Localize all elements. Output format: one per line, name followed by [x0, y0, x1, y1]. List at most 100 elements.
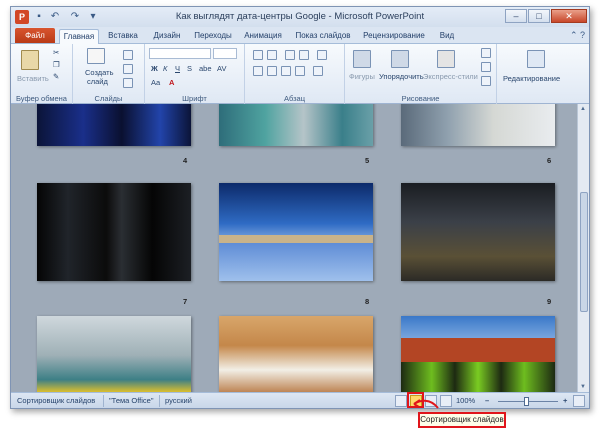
slide-thumbnail[interactable]: [37, 316, 191, 392]
paste-button[interactable]: Вставить: [17, 74, 49, 83]
view-name-label: Сортировщик слайдов: [17, 396, 96, 405]
slide-image-sky: [219, 183, 373, 241]
slide-thumbnail[interactable]: [401, 104, 555, 146]
scroll-up-icon[interactable]: ▲: [580, 106, 586, 112]
slide-thumbnail[interactable]: [401, 183, 555, 281]
shape-outline-icon[interactable]: [481, 62, 491, 72]
italic-button[interactable]: К: [163, 64, 167, 73]
tab-home[interactable]: Главная: [59, 29, 99, 44]
slide-image: [37, 104, 191, 146]
slide-image-building: [219, 235, 373, 243]
underline-button[interactable]: Ч: [175, 64, 180, 73]
quick-styles-icon[interactable]: [437, 50, 455, 68]
shadow-button[interactable]: abe: [199, 64, 212, 73]
scroll-down-icon[interactable]: ▼: [580, 384, 586, 390]
slide-thumbnail[interactable]: [37, 183, 191, 281]
bold-button[interactable]: Ж: [151, 64, 158, 73]
zoom-in-button[interactable]: +: [563, 396, 567, 405]
slide-sorter-callout: Сортировщик слайдов: [418, 412, 506, 428]
slide-image-snow: [219, 243, 373, 281]
editing-group: Редактирование: [497, 44, 577, 104]
cut-icon[interactable]: ✂: [53, 48, 59, 57]
new-slide-icon[interactable]: [87, 48, 105, 64]
shapes-button[interactable]: Фигуры: [349, 72, 375, 81]
spacing-button[interactable]: AV: [217, 64, 226, 73]
align-right-icon[interactable]: [281, 66, 291, 76]
new-slide-button[interactable]: Создать: [85, 68, 114, 77]
new-slide-button-line2: слайд: [87, 77, 108, 86]
slide-image: [37, 183, 191, 281]
slides-group: Создать слайд Слайды: [73, 44, 145, 104]
fit-to-window-button[interactable]: [573, 395, 585, 407]
paste-icon[interactable]: [21, 50, 39, 70]
font-name-field[interactable]: [149, 48, 211, 59]
slide-thumbnail[interactable]: [37, 104, 191, 146]
paragraph-group: Абзац: [245, 44, 345, 104]
section-icon[interactable]: [123, 78, 133, 88]
tab-insert[interactable]: Вставка: [103, 29, 143, 44]
font-size-field[interactable]: [213, 48, 237, 59]
font-group-label: Шрифт: [182, 94, 207, 103]
vertical-scrollbar[interactable]: ▲ ▼: [577, 104, 589, 392]
zoom-out-button[interactable]: –: [485, 396, 489, 405]
slide-image: [37, 316, 191, 392]
maximize-button[interactable]: □: [528, 9, 550, 23]
help-icon[interactable]: ⌃ ?: [570, 30, 585, 41]
line-spacing-icon[interactable]: [317, 50, 327, 60]
tab-view[interactable]: Вид: [435, 29, 459, 44]
slide-thumbnail[interactable]: [219, 316, 373, 392]
editing-button[interactable]: Редактирование: [503, 74, 560, 83]
slide-image: [401, 104, 555, 146]
zoom-level[interactable]: 100%: [456, 396, 475, 405]
zoom-slider-knob[interactable]: [524, 397, 529, 406]
slide-number: 5: [365, 156, 370, 165]
layout-icon[interactable]: [123, 50, 133, 60]
shapes-icon[interactable]: [353, 50, 371, 68]
tab-animations[interactable]: Анимация: [239, 29, 287, 44]
numbering-icon[interactable]: [267, 50, 277, 60]
shape-effects-icon[interactable]: [481, 76, 491, 86]
clipboard-group-label: Буфер обмена: [16, 94, 67, 103]
tab-slide-show[interactable]: Показ слайдов: [293, 29, 353, 44]
tab-review[interactable]: Рецензирование: [361, 29, 427, 44]
tab-design[interactable]: Дизайн: [147, 29, 187, 44]
drawing-group: Фигуры Упорядочить Экспресс-стили Рисова…: [345, 44, 497, 104]
arrange-button[interactable]: Упорядочить: [379, 72, 424, 81]
align-center-icon[interactable]: [267, 66, 277, 76]
decrease-indent-icon[interactable]: [285, 50, 295, 60]
slide-thumbnail[interactable]: [219, 104, 373, 146]
shape-fill-icon[interactable]: [481, 48, 491, 58]
change-case-button[interactable]: Aa: [151, 78, 160, 87]
minimize-button[interactable]: –: [505, 9, 527, 23]
close-button[interactable]: ✕: [551, 9, 587, 23]
language-label[interactable]: русский: [165, 396, 192, 405]
slide-number: 6: [547, 156, 552, 165]
font-color-button[interactable]: A: [169, 78, 174, 87]
align-left-icon[interactable]: [253, 66, 263, 76]
bullets-icon[interactable]: [253, 50, 263, 60]
arrange-icon[interactable]: [391, 50, 409, 68]
slide-thumbnail[interactable]: [401, 316, 555, 392]
status-divider: [159, 395, 160, 407]
slide-image-building: [401, 338, 555, 362]
ribbon-tabs: Файл Главная Вставка Дизайн Переходы Ани…: [11, 27, 589, 44]
slide-image: [401, 183, 555, 281]
tab-transitions[interactable]: Переходы: [191, 29, 235, 44]
columns-icon[interactable]: [313, 66, 323, 76]
slide-image-group: [401, 362, 555, 392]
ribbon: Вставить ✂ ❐ ✎ Буфер обмена Создать слай…: [11, 44, 589, 104]
scrollbar-thumb[interactable]: [580, 192, 588, 312]
format-painter-icon[interactable]: ✎: [53, 72, 59, 81]
find-icon[interactable]: [527, 50, 545, 68]
quick-styles-button[interactable]: Экспресс-стили: [423, 72, 478, 81]
slide-number: 4: [183, 156, 188, 165]
slide-thumbnail[interactable]: [219, 183, 373, 281]
powerpoint-window: P ▪ ↶ ↷ ▾ Как выглядят дата-центры Googl…: [10, 6, 590, 409]
reset-icon[interactable]: [123, 64, 133, 74]
slide-number: 7: [183, 297, 188, 306]
tab-file[interactable]: Файл: [15, 28, 55, 43]
increase-indent-icon[interactable]: [299, 50, 309, 60]
copy-icon[interactable]: ❐: [53, 60, 60, 69]
strikethrough-button[interactable]: S: [187, 64, 192, 73]
justify-icon[interactable]: [295, 66, 305, 76]
